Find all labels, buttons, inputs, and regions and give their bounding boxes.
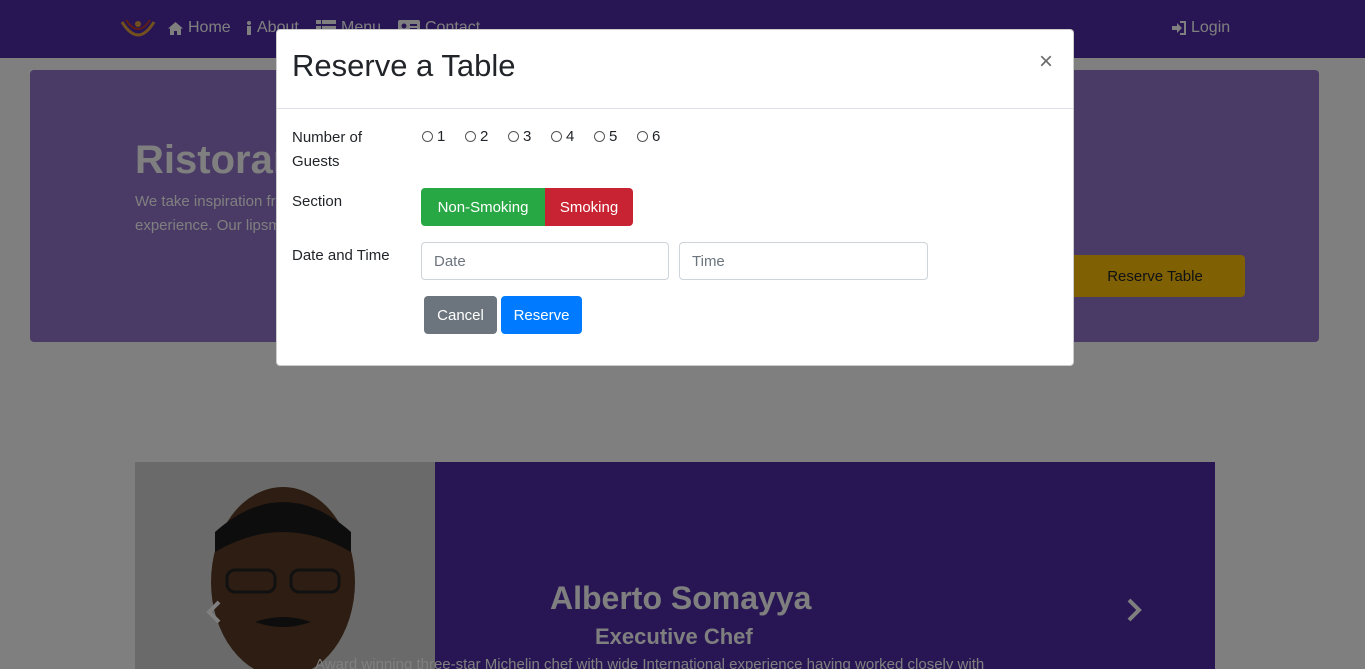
guest-option-label: 5 xyxy=(609,128,618,145)
section-button-group: Non-Smoking Smoking xyxy=(421,188,633,226)
guest-option-2[interactable]: 2 xyxy=(465,128,508,145)
modal-header: Reserve a Table × xyxy=(277,30,1073,109)
guest-option-label: 1 xyxy=(437,128,446,145)
time-input[interactable]: Time xyxy=(679,242,928,280)
page: Home About Menu Contact xyxy=(0,0,1365,669)
reserve-modal: Reserve a Table × Number of Guests 1 2 3… xyxy=(276,29,1074,366)
guests-radio-group: 1 2 3 4 5 6 xyxy=(422,128,680,145)
guest-option-label: 6 xyxy=(652,128,661,145)
guest-option-label: 3 xyxy=(523,128,532,145)
guest-option-4[interactable]: 4 xyxy=(551,128,594,145)
datetime-label: Date and Time xyxy=(292,247,390,264)
radio-button[interactable] xyxy=(422,131,433,142)
radio-button[interactable] xyxy=(465,131,476,142)
guest-option-5[interactable]: 5 xyxy=(594,128,637,145)
close-icon[interactable]: × xyxy=(1039,48,1053,76)
cancel-button[interactable]: Cancel xyxy=(424,296,497,334)
guest-option-3[interactable]: 3 xyxy=(508,128,551,145)
section-label: Section xyxy=(292,193,343,210)
modal-title: Reserve a Table xyxy=(292,48,516,83)
radio-button[interactable] xyxy=(637,131,648,142)
guests-label: Number of Guests xyxy=(292,129,363,170)
guest-option-1[interactable]: 1 xyxy=(422,128,465,145)
radio-button[interactable] xyxy=(551,131,562,142)
smoking-button[interactable]: Smoking xyxy=(545,188,633,226)
guest-option-6[interactable]: 6 xyxy=(637,128,680,145)
radio-button[interactable] xyxy=(508,131,519,142)
guest-option-label: 4 xyxy=(566,128,575,145)
non-smoking-button[interactable]: Non-Smoking xyxy=(421,188,545,226)
reserve-button[interactable]: Reserve xyxy=(501,296,582,334)
guest-option-label: 2 xyxy=(480,128,489,145)
radio-button[interactable] xyxy=(594,131,605,142)
date-input[interactable]: Date xyxy=(421,242,669,280)
